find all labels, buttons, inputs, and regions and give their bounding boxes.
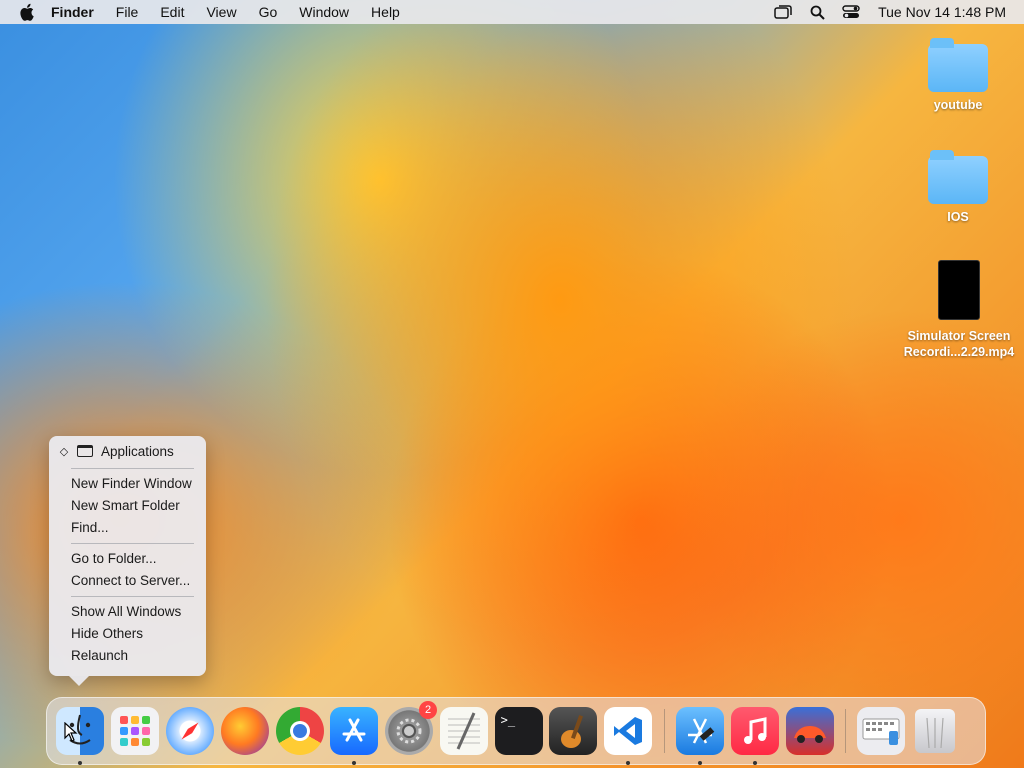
menu-separator: [71, 596, 194, 597]
control-center-icon[interactable]: [840, 2, 862, 22]
menu-bar: Finder File Edit View Go Window Help Tue…: [0, 0, 1024, 24]
video-file-icon: [938, 260, 980, 320]
desktop-folder-ios[interactable]: IOS: [898, 150, 1018, 224]
running-indicator: [626, 761, 631, 765]
context-menu-header[interactable]: ◇ Applications: [49, 436, 206, 466]
desktop-item-label: IOS: [947, 210, 969, 224]
menu-help[interactable]: Help: [360, 4, 411, 20]
menu-item-new-smart-folder[interactable]: New Smart Folder: [49, 495, 206, 517]
system-settings-icon[interactable]: 2: [385, 701, 438, 755]
spotlight-icon[interactable]: [806, 2, 828, 22]
music-icon[interactable]: [730, 707, 779, 765]
menu-window[interactable]: Window: [288, 4, 360, 20]
dock-separator: [844, 709, 846, 753]
folder-icon: [928, 150, 988, 204]
menu-item-connect-to-server[interactable]: Connect to Server...: [49, 570, 206, 592]
textedit-icon[interactable]: [439, 707, 488, 755]
menubar-clock[interactable]: Tue Nov 14 1:48 PM: [878, 4, 1006, 20]
running-indicator: [697, 761, 702, 765]
desktop-item-label: youtube: [933, 98, 983, 112]
menu-separator: [71, 543, 194, 544]
notification-badge: 2: [419, 701, 438, 719]
menu-edit[interactable]: Edit: [149, 4, 195, 20]
dock: 2 >_: [46, 697, 986, 765]
dock-context-menu: ◇ Applications New Finder Window New Sma…: [49, 436, 206, 686]
menu-item-relaunch[interactable]: Relaunch: [49, 645, 206, 667]
menu-item-new-finder-window[interactable]: New Finder Window: [49, 473, 206, 495]
context-header-label: Applications: [101, 443, 174, 459]
menu-separator: [71, 468, 194, 469]
running-indicator: [352, 761, 357, 765]
running-indicator: [752, 761, 757, 765]
screen-mirroring-icon[interactable]: [772, 2, 794, 22]
xcode-icon[interactable]: [675, 707, 724, 765]
game-icon[interactable]: [785, 707, 834, 755]
menu-item-show-all-windows[interactable]: Show All Windows: [49, 601, 206, 623]
trash-icon[interactable]: [914, 709, 955, 753]
vscode-icon[interactable]: [604, 707, 653, 765]
running-indicator: [78, 761, 83, 765]
mouse-cursor-icon: [64, 722, 78, 742]
desktop-file-video[interactable]: Simulator Screen Recordi...2.29.mp4: [898, 260, 1020, 360]
menu-view[interactable]: View: [195, 4, 247, 20]
garageband-icon[interactable]: [549, 707, 598, 755]
menu-go[interactable]: Go: [248, 4, 289, 20]
updown-chevron-icon: ◇: [59, 445, 69, 458]
finder-preferences-icon[interactable]: [857, 707, 906, 755]
menu-file[interactable]: File: [105, 4, 150, 20]
menu-item-find[interactable]: Find...: [49, 517, 206, 539]
firefox-icon[interactable]: [220, 707, 269, 755]
menu-item-go-to-folder[interactable]: Go to Folder...: [49, 548, 206, 570]
launchpad-icon[interactable]: [111, 707, 160, 755]
terminal-icon[interactable]: >_: [494, 707, 543, 755]
menu-app-name[interactable]: Finder: [40, 4, 105, 20]
dock-separator: [663, 709, 665, 753]
folder-icon: [928, 38, 988, 92]
desktop-folder-youtube[interactable]: youtube: [898, 38, 1018, 112]
window-icon: [77, 445, 93, 457]
terminal-prompt-glyph: >_: [500, 713, 516, 727]
app-store-icon[interactable]: [330, 707, 379, 765]
desktop-item-label: Simulator Screen Recordi...2.29.mp4: [903, 329, 1015, 359]
chrome-icon[interactable]: [275, 707, 324, 755]
apple-menu-icon[interactable]: [16, 0, 40, 24]
menu-item-hide-others[interactable]: Hide Others: [49, 623, 206, 645]
safari-icon[interactable]: [165, 707, 214, 755]
